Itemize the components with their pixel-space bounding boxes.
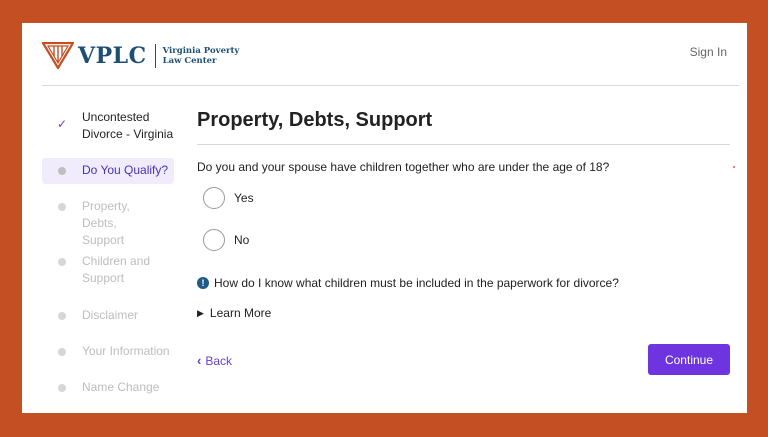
radio-label-yes: Yes [234,191,254,205]
logo-subtitle-line2: Law Center [162,55,217,66]
back-label: Back [205,353,233,368]
radio-button-no[interactable] [203,229,225,251]
radio-label-no: No [234,233,250,247]
step-dot-icon [58,203,66,211]
progress-sidebar: ✓ Uncontested Divorce - Virginia Do You … [42,109,196,396]
vplc-logo[interactable]: VPLC Virginia Poverty Law Center [42,42,239,69]
app-window: VPLC Virginia Poverty Law Center Sign In… [22,23,747,413]
nav-buttons: ‹ Back Continue [197,344,730,376]
step-dot-icon [58,312,66,320]
radio-button-yes[interactable] [203,187,225,209]
disclosure-triangle-icon: ▶ [197,307,204,318]
site-header: VPLC Virginia Poverty Law Center Sign In [22,23,747,85]
step-dot-icon [58,348,66,356]
sidebar-step-children-and-support[interactable]: Children and Support [42,253,196,291]
logo-subtitle: Virginia Poverty Law Center [163,46,240,66]
decorative-dot [733,166,735,168]
logo-subtitle-line1: Virginia Poverty [162,45,240,56]
sidebar-step-label: Disclaimer [82,308,139,322]
sidebar-step-label: Children and Support [82,254,151,285]
sidebar-step-disclaimer[interactable]: Disclaimer [42,307,196,324]
chevron-left-icon: ‹ [197,353,202,368]
sidebar-step-label: Property, Debts, Support [82,199,130,247]
info-icon: ! [197,277,209,289]
children-question: Do you and your spouse have children tog… [197,160,610,174]
logo-divider [154,43,156,68]
sidebar-step-label: Uncontested Divorce - Virginia [82,110,174,141]
back-button[interactable]: ‹ Back [197,353,232,368]
sidebar-step-property-debts-support[interactable]: Property, Debts, Support [42,198,196,247]
learn-more-toggle[interactable]: ▶ Learn More [197,306,730,320]
sidebar-step-label: Your Information [82,344,170,358]
sign-in-link[interactable]: Sign In [690,45,727,59]
page-title: Property, Debts, Support [197,109,433,131]
main-content: Property, Debts, Support Do you and your… [197,109,730,376]
sidebar-step-your-information[interactable]: Your Information [42,343,196,360]
step-dot-icon [58,384,66,392]
radio-option-no[interactable]: No [197,228,730,252]
info-text: How do I know what children must be incl… [214,276,619,290]
sidebar-step-label: Do You Qualify? [82,163,169,177]
continue-button[interactable]: Continue [648,344,730,375]
radio-option-yes[interactable]: Yes [197,186,730,210]
logo-wordmark: VPLC [78,42,147,69]
step-dot-icon [58,258,66,266]
check-icon: ✓ [56,117,68,131]
sidebar-step-uncontested-divorce[interactable]: ✓ Uncontested Divorce - Virginia [42,109,196,147]
learn-more-label: Learn More [209,306,272,320]
info-help-text: ! How do I know what children must be in… [197,276,730,290]
sidebar-step-label: Name Change [82,380,160,394]
vplc-logo-icon [42,42,74,69]
sidebar-step-name-change[interactable]: Name Change [42,379,196,396]
step-dot-icon [58,167,66,175]
header-divider [42,85,739,86]
sidebar-step-do-you-qualify[interactable]: Do You Qualify? [42,158,174,184]
title-divider [197,144,730,145]
